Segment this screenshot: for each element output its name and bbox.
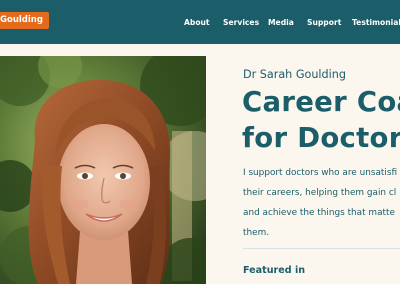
nav-link-media[interactable]: Media (268, 17, 294, 29)
featured-in-heading: Featured in (243, 265, 306, 276)
page: Goulding About Services Media Support Te… (0, 0, 400, 284)
nav-link-about[interactable]: About (184, 17, 210, 29)
hero-headline: Career Coac for Doctors (242, 84, 400, 156)
hero-headline-line-2: for Doctors (242, 122, 400, 154)
site-header: Goulding About Services Media Support Te… (0, 0, 400, 44)
portrait-illustration (0, 56, 206, 284)
hero-intro: I support doctors who are unsatisfi thei… (243, 163, 400, 243)
hero-headline-line-1: Career Coac (242, 86, 400, 118)
hero-intro-line-1: I support doctors who are unsatisfi (243, 168, 398, 178)
site-logo[interactable]: Goulding (0, 12, 49, 29)
hero-intro-line-2: their careers, helping them gain cl (243, 188, 397, 198)
nav-link-testimonials[interactable]: Testimonials (352, 17, 400, 29)
portrait-photo (0, 56, 206, 284)
hero-intro-line-3: and achieve the things that matte (243, 208, 395, 218)
nav-link-support[interactable]: Support (307, 17, 341, 29)
hero-subtitle: Dr Sarah Goulding (243, 68, 346, 81)
nav-link-services[interactable]: Services (223, 17, 259, 29)
hero-intro-line-4: them. (243, 228, 270, 238)
section-divider (243, 248, 400, 249)
